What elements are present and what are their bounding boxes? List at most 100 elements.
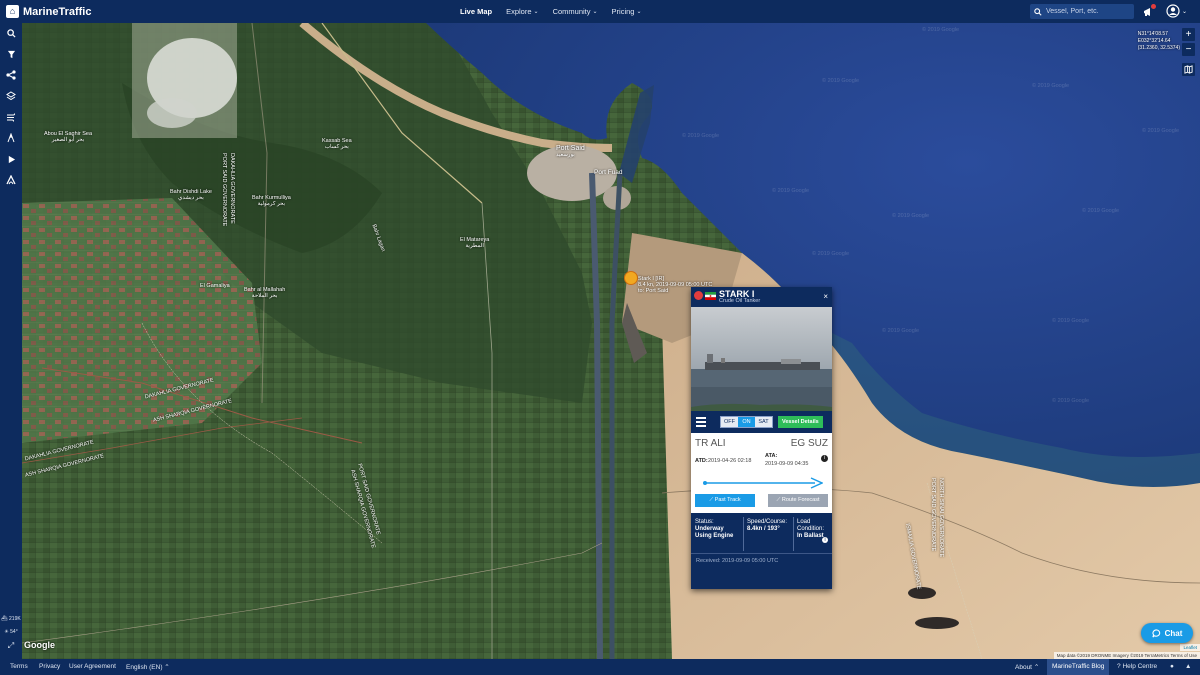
chevron-down-icon: ⌄ [636, 9, 642, 15]
measure-icon [7, 133, 15, 143]
close-icon[interactable]: × [823, 292, 828, 301]
satellite-imagery [22, 23, 1200, 659]
chevron-down-icon: ⌄ [533, 9, 539, 15]
map-watermark: © 2019 Google [682, 133, 720, 139]
weather-icon [7, 113, 16, 122]
label-port-said: Port Said بورسعيد [556, 145, 585, 158]
sidebar-search-button[interactable] [3, 25, 19, 41]
sidebar-weather-button[interactable] [3, 109, 19, 125]
destination-port[interactable]: EG SUZ [791, 438, 828, 449]
play-icon [8, 155, 15, 163]
sidebar-playback-button[interactable] [3, 151, 19, 167]
label-dakahlia-gov-3: DAKAHLIA GOVERNORATE [229, 153, 235, 224]
footer-user-agreement-link[interactable]: User Agreement [69, 663, 116, 670]
nav-pricing[interactable]: Pricing ⌄ [612, 7, 642, 16]
account-menu[interactable]: ⌄ [1166, 4, 1187, 18]
logo-icon: ⌂ [6, 5, 19, 18]
toggle-sat[interactable]: SAT [755, 417, 772, 427]
footer: Terms Privacy User Agreement English (EN… [0, 659, 1200, 675]
apple-icon[interactable]: ● [1170, 663, 1174, 670]
map-watermark: © 2019 Google [772, 188, 810, 194]
sidebar-fleet-button[interactable] [3, 67, 19, 83]
chat-button[interactable]: Chat [1141, 623, 1193, 643]
routing-icon [6, 175, 16, 185]
leaflet-attribution[interactable]: Leaflet [1180, 644, 1200, 651]
cursor-coordinates: N31°14'08.57 E032°32'14.64 (31.2360, 32.… [1137, 31, 1180, 51]
vessel-type-icon [694, 291, 703, 300]
iran-flag-icon [705, 292, 716, 300]
search-input[interactable] [1046, 8, 1132, 15]
search-icon [6, 28, 16, 38]
footer-help-link[interactable]: ? Help Centre [1117, 663, 1157, 670]
chevron-up-icon: ⌃ [1033, 664, 1040, 671]
chevron-up-icon: ⌃ [164, 664, 170, 671]
toggle-off[interactable]: OFF [721, 417, 738, 427]
departure-port[interactable]: TR ALI [695, 438, 726, 449]
nav-explore[interactable]: Explore ⌄ [506, 7, 538, 16]
map-watermark: © 2019 Google [922, 27, 960, 33]
label-bahr-al-mallahah: Bahr al Mallahah بحر الملاحة [244, 287, 286, 299]
vessel-type: Crude Oil Tanker [719, 298, 761, 304]
logo-text: MarineTraffic [23, 5, 92, 18]
received-timestamp: Received: 2019-09-09 05:00 UTC [691, 553, 832, 568]
map-watermark: © 2019 Google [1032, 83, 1070, 89]
footer-terms-link[interactable]: Terms [10, 663, 28, 670]
sidebar-layers-button[interactable] [3, 88, 19, 104]
label-port-said-gov-3: PORT SAID GOVERNORATE [930, 478, 936, 552]
nav-community[interactable]: Community ⌄ [553, 7, 598, 16]
map-watermark: © 2019 Google [1052, 398, 1090, 404]
question-icon: ? [1117, 663, 1121, 670]
map-icon [1184, 65, 1193, 74]
label-el-matareya: El Matareya المطرية [460, 237, 490, 249]
language-selector[interactable]: English (EN) ⌃ [126, 663, 170, 671]
top-bar: ⌂ MarineTraffic Live Map Explore ⌄ Commun… [0, 0, 1200, 23]
vessel-marker[interactable] [624, 271, 638, 285]
map-type-button[interactable] [1182, 63, 1195, 76]
user-avatar-icon [1166, 4, 1180, 18]
footer-privacy-link[interactable]: Privacy [39, 663, 60, 670]
label-bahr-kurmulliya: Bahr Kurmulliya بحر كرمولية [252, 195, 291, 207]
sidebar-measure-button[interactable] [3, 130, 19, 146]
map-angle: ☀ 54° [4, 629, 18, 635]
label-el-gamaliya: El Gamaliya [200, 283, 230, 289]
android-icon[interactable]: ▲ [1185, 663, 1191, 670]
toggle-on[interactable]: ON [738, 417, 755, 427]
vessel-photo[interactable] [691, 307, 832, 411]
google-logo: Google [24, 640, 55, 650]
load-block: Load Condition: In Ballast [797, 519, 825, 539]
past-track-button[interactable]: ⟋ Past Track [695, 494, 755, 507]
speed-block: Speed/Course: 8.4kn / 193° [747, 519, 788, 532]
sidebar-filter-button[interactable] [3, 46, 19, 62]
divider [793, 517, 794, 551]
map-stats: ⛴ 219K ☀ 54° ⤢ [0, 613, 22, 652]
fullscreen-icon[interactable]: ⤢ [0, 639, 22, 652]
map-watermark: © 2019 Google [1052, 318, 1090, 324]
notification-button[interactable] [1143, 4, 1156, 17]
label-north-sinai: NORTH SINAI GOVERNORATE [938, 478, 944, 558]
footer-about-menu[interactable]: About ⌃ [1015, 663, 1039, 671]
label-kassab-sea: Kassab Sea بحر كساب [322, 138, 352, 150]
vessel-details-button[interactable]: Vessel Details [778, 416, 823, 428]
nav-live-map[interactable]: Live Map [460, 7, 492, 16]
filter-icon [7, 50, 15, 58]
footer-blog-link[interactable]: MarineTraffic Blog [1047, 659, 1110, 675]
ata-value: 2019-09-09 04:35 [765, 461, 809, 467]
zoom-in-button[interactable]: + [1182, 28, 1195, 41]
logo[interactable]: ⌂ MarineTraffic [6, 4, 91, 19]
map-canvas[interactable]: © 2019 Google © 2019 Google © 2019 Googl… [22, 23, 1200, 659]
main-nav: Live Map Explore ⌄ Community ⌄ Pricing ⌄ [460, 0, 642, 23]
chat-icon [1151, 628, 1160, 637]
divider [743, 517, 744, 551]
menu-icon[interactable] [696, 417, 706, 427]
map-watermark: © 2019 Google [1142, 128, 1180, 134]
info-icon[interactable]: i [822, 537, 828, 543]
label-abou-el-saghir: Abou El Saghir Sea بحر أبو الصغير [44, 131, 93, 143]
search-box [1030, 4, 1134, 19]
zoom-out-button[interactable]: − [1182, 43, 1195, 56]
voyage-section: TR ALI EG SUZ ATD: 2019-04-26 02:18 ATA:… [691, 433, 832, 513]
route-forecast-button[interactable]: ⟋ Route Forecast [768, 494, 828, 507]
vessel-status-section: Status: Underway Using Engine Speed/Cour… [691, 513, 832, 589]
sidebar-routing-button[interactable] [3, 172, 19, 188]
info-icon[interactable]: i [821, 455, 828, 462]
map-attribution[interactable]: Map data ©2019 DRONME Imagery ©2019 Terr… [1053, 652, 1200, 659]
